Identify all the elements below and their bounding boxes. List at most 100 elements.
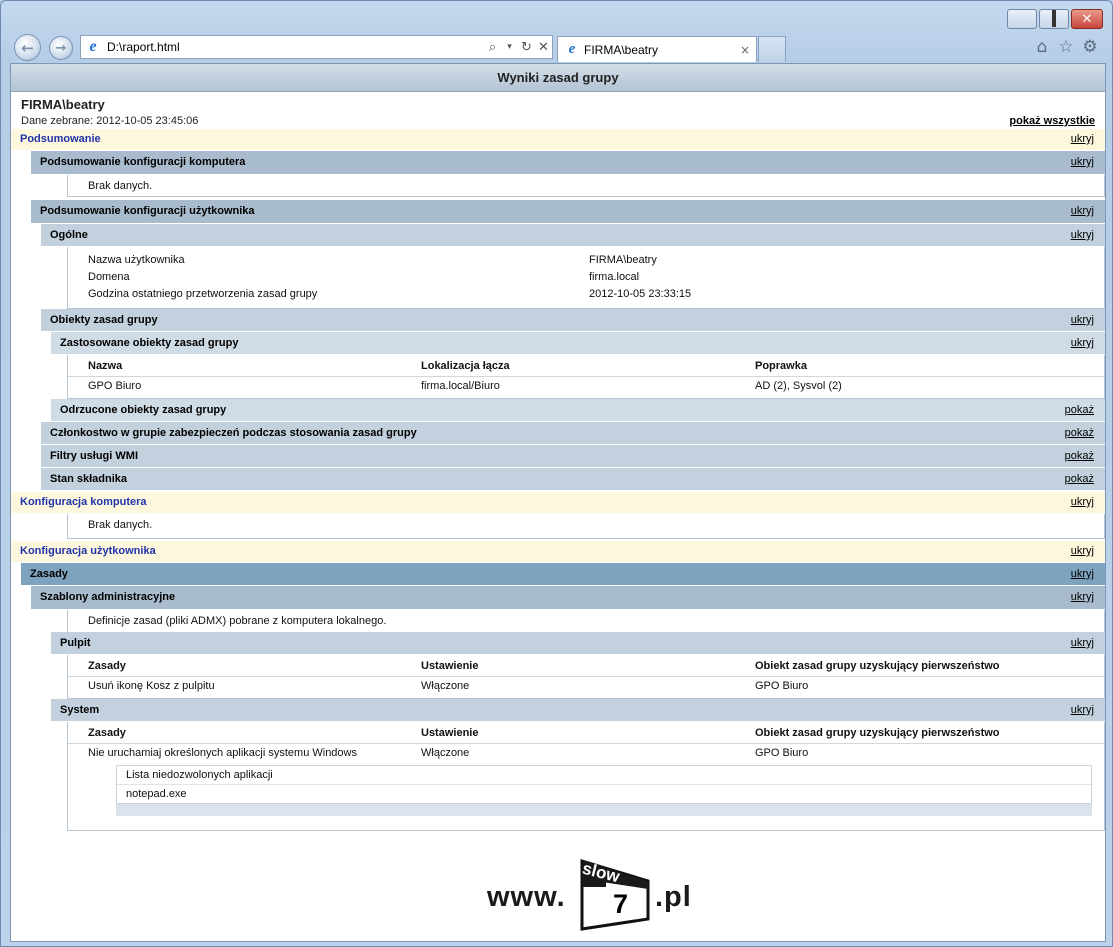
back-button[interactable]: ← bbox=[14, 34, 41, 61]
gear-icon[interactable]: ⚙ bbox=[1080, 37, 1100, 57]
browser-window: ✕ ← → e ⌕ ▾ ↻ ✕ e FIRMA\beatry × ⌂ ☆ ⚙ W… bbox=[0, 0, 1113, 947]
hide-link[interactable]: ukryj bbox=[1071, 541, 1094, 562]
column-header: Obiekt zasad grupy uzyskujący pierwszeńs… bbox=[735, 724, 1104, 744]
hide-link[interactable]: ukryj bbox=[1071, 129, 1094, 150]
system-content: Zasady Ustawienie Obiekt zasad grupy uzy… bbox=[67, 722, 1105, 831]
hide-link[interactable]: ukryj bbox=[1071, 151, 1094, 173]
minimize-button[interactable] bbox=[1007, 9, 1037, 29]
section-summary: Podsumowanie ukryj bbox=[11, 129, 1105, 151]
general-value: firma.local bbox=[589, 271, 640, 283]
general-row: Domena firma.local bbox=[68, 269, 1104, 286]
address-bar: e ⌕ ▾ ↻ ✕ bbox=[80, 35, 553, 59]
no-data-text: Brak danych. bbox=[88, 180, 153, 192]
hide-link[interactable]: ukryj bbox=[1071, 632, 1094, 654]
section-title: Filtry usługi WMI bbox=[50, 450, 138, 462]
tab-report[interactable]: e FIRMA\beatry × bbox=[557, 36, 757, 62]
section-title: Pulpit bbox=[60, 637, 91, 649]
maximize-icon bbox=[1052, 13, 1056, 25]
home-icon[interactable]: ⌂ bbox=[1032, 37, 1052, 57]
column-header: Zasady bbox=[68, 724, 401, 744]
address-input[interactable] bbox=[107, 40, 484, 54]
hide-link[interactable]: ukryj bbox=[1071, 563, 1094, 585]
table-cell: GPO Biuro bbox=[755, 746, 809, 759]
hide-link[interactable]: ukryj bbox=[1071, 200, 1094, 222]
no-data-text: Brak danych. bbox=[88, 519, 153, 531]
section-wmi: Filtry usługi WMI pokaż bbox=[41, 445, 1105, 468]
section-title: Podsumowanie konfiguracji użytkownika bbox=[40, 205, 255, 217]
new-tab-button[interactable] bbox=[758, 36, 786, 62]
logo-pl-text: .pl bbox=[655, 881, 692, 913]
general-key: Godzina ostatniego przetworzenia zasad g… bbox=[88, 288, 318, 300]
show-all-link[interactable]: pokaż wszystkie bbox=[1009, 115, 1095, 127]
section-title: Członkostwo w grupie zabezpieczeń podcza… bbox=[50, 427, 417, 439]
section-title: Podsumowanie konfiguracji komputera bbox=[40, 156, 246, 168]
show-link[interactable]: pokaż bbox=[1065, 468, 1094, 490]
column-header: Lokalizacja łącza bbox=[401, 357, 735, 377]
admin-templates-content: Definicje zasad (pliki ADMX) pobrane z k… bbox=[67, 610, 1105, 632]
hide-link[interactable]: ukryj bbox=[1071, 332, 1094, 354]
ie-icon: e bbox=[568, 41, 576, 57]
logo-seven-text: 7 bbox=[613, 889, 629, 919]
tab-title: FIRMA\beatry bbox=[584, 42, 659, 57]
section-system: System ukryj bbox=[51, 699, 1105, 722]
ie-icon: e bbox=[89, 38, 97, 55]
system-policy-table: Zasady Ustawienie Obiekt zasad grupy uzy… bbox=[68, 724, 1104, 762]
section-membership: Członkostwo w grupie zabezpieczeń podcza… bbox=[41, 422, 1105, 445]
table-cell: GPO Biuro bbox=[88, 379, 142, 392]
stop-icon[interactable]: ✕ bbox=[535, 40, 552, 55]
section-user-config: Konfiguracja użytkownika ukryj bbox=[11, 541, 1105, 563]
table-cell: Włączone bbox=[421, 679, 470, 692]
table-cell: Włączone bbox=[421, 746, 470, 759]
report-header-row: Dane zebrane: 2012-10-05 23:45:06 pokaż … bbox=[11, 114, 1105, 129]
applied-gpo-table: Nazwa Lokalizacja łącza Poprawka GPO Biu… bbox=[68, 357, 1104, 395]
hide-link[interactable]: ukryj bbox=[1071, 699, 1094, 721]
section-admin-templates: Szablony administracyjne ukryj bbox=[31, 586, 1105, 610]
table-header-row: Zasady Ustawienie Obiekt zasad grupy uzy… bbox=[68, 724, 1104, 744]
table-cell: firma.local/Biuro bbox=[421, 379, 500, 392]
show-link[interactable]: pokaż bbox=[1065, 399, 1094, 421]
page-viewport: Wyniki zasad grupy FIRMA\beatry Dane zeb… bbox=[10, 63, 1106, 942]
close-window-button[interactable]: ✕ bbox=[1071, 9, 1103, 29]
table-header-row: Zasady Ustawienie Obiekt zasad grupy uzy… bbox=[68, 657, 1104, 677]
computer-config-content: Brak danych. bbox=[67, 514, 1105, 539]
column-header: Nazwa bbox=[68, 357, 401, 377]
hide-link[interactable]: ukryj bbox=[1071, 309, 1094, 331]
show-link[interactable]: pokaż bbox=[1065, 445, 1094, 467]
column-header: Ustawienie bbox=[401, 724, 735, 744]
general-row: Nazwa użytkownika FIRMA\beatry bbox=[68, 252, 1104, 269]
maximize-button[interactable] bbox=[1039, 9, 1069, 29]
refresh-icon[interactable]: ↻ bbox=[518, 40, 535, 55]
section-title: Konfiguracja komputera bbox=[20, 496, 147, 508]
applied-gpo-content: Nazwa Lokalizacja łącza Poprawka GPO Biu… bbox=[67, 355, 1105, 399]
section-title: Zastosowane obiekty zasad grupy bbox=[60, 337, 239, 349]
dropdown-arrow-icon[interactable]: ▾ bbox=[501, 42, 518, 52]
general-key: Domena bbox=[88, 271, 130, 283]
tab-close-icon[interactable]: × bbox=[740, 43, 756, 57]
forward-button[interactable]: → bbox=[49, 36, 73, 60]
section-general: Ogólne ukryj bbox=[41, 224, 1105, 247]
back-arrow-icon: ← bbox=[21, 38, 34, 57]
desktop-policy-table: Zasady Ustawienie Obiekt zasad grupy uzy… bbox=[68, 657, 1104, 695]
table-row: GPO Biuro firma.local/Biuro AD (2), Sysv… bbox=[68, 376, 1104, 395]
hide-link[interactable]: ukryj bbox=[1071, 492, 1094, 513]
forward-arrow-icon: → bbox=[55, 40, 67, 56]
table-cell: Usuń ikonę Kosz z pulpitu bbox=[88, 679, 215, 692]
search-icon[interactable]: ⌕ bbox=[484, 40, 501, 55]
general-row: Godzina ostatniego przetworzenia zasad g… bbox=[68, 286, 1104, 303]
star-icon[interactable]: ☆ bbox=[1056, 37, 1076, 57]
list-item: notepad.exe bbox=[126, 788, 187, 800]
column-header: Obiekt zasad grupy uzyskujący pierwszeńs… bbox=[735, 657, 1104, 677]
general-key: Nazwa użytkownika bbox=[88, 254, 185, 266]
section-computer-config: Konfiguracja komputera ukryj bbox=[11, 492, 1105, 514]
general-content: Nazwa użytkownika FIRMA\beatry Domena fi… bbox=[67, 247, 1105, 309]
slow7-logo: www. slow 7 .pl bbox=[487, 859, 697, 931]
hide-link[interactable]: ukryj bbox=[1071, 586, 1094, 608]
section-title: System bbox=[60, 704, 100, 716]
hide-link[interactable]: ukryj bbox=[1071, 224, 1094, 246]
collected-date: Dane zebrane: 2012-10-05 23:45:06 bbox=[21, 115, 199, 127]
section-title: Podsumowanie bbox=[20, 133, 101, 145]
logo-www-text: www. bbox=[487, 881, 566, 913]
show-link[interactable]: pokaż bbox=[1065, 422, 1094, 444]
section-desktop: Pulpit ukryj bbox=[51, 632, 1105, 655]
table-cell: GPO Biuro bbox=[755, 679, 809, 692]
